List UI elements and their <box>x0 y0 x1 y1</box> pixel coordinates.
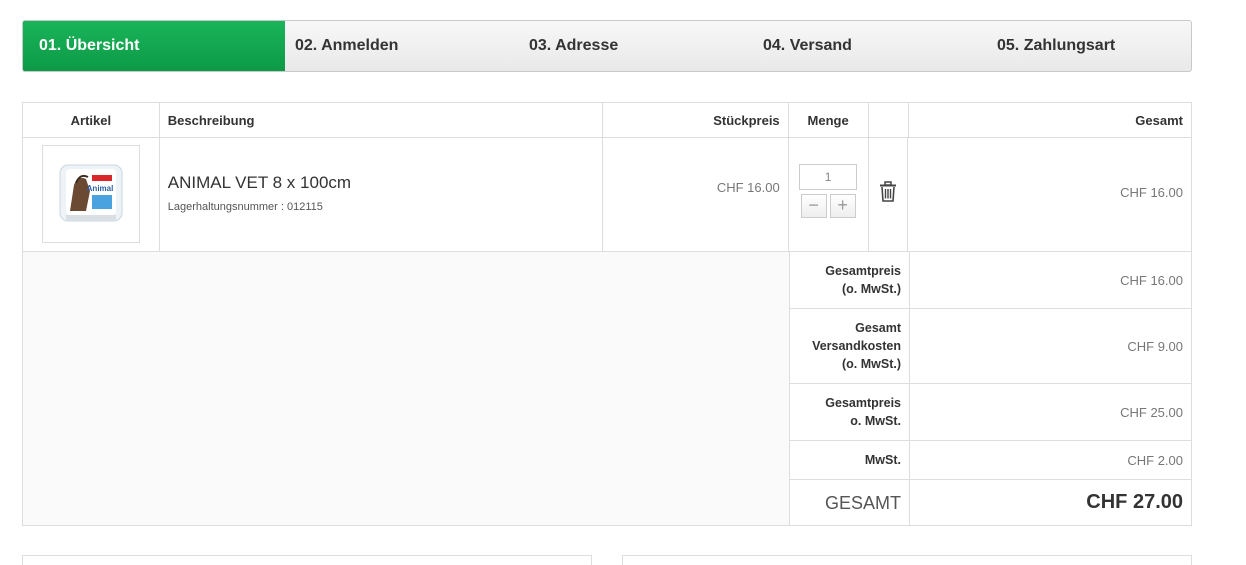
cart-table: Artikel Beschreibung Stückpreis Menge Ge… <box>22 102 1192 526</box>
header-description: Beschreibung <box>160 103 603 137</box>
step-label: 02. Anmelden <box>295 37 399 54</box>
unit-price: CHF 16.00 <box>716 180 780 195</box>
grand-total-value: CHF 27.00 <box>1086 491 1183 513</box>
subtotal-label: Gesamtpreis (o. MwSt.) <box>790 252 910 308</box>
header-quantity: Menge <box>789 103 869 137</box>
subtotal-label-line: (o. MwSt.) <box>841 282 901 296</box>
summary-vat-row: MwSt. CHF 2.00 <box>790 441 1191 480</box>
header-delete <box>869 103 909 137</box>
summary-subtotal-row: Gesamtpreis (o. MwSt.) CHF 16.00 <box>790 252 1191 309</box>
summary-shipping-row: Gesamt Versandkosten (o. MwSt.) CHF 9.00 <box>790 309 1191 384</box>
header-total: Gesamt <box>1135 112 1183 128</box>
header-article: Artikel <box>23 103 160 137</box>
step-label: 04. Versand <box>763 37 852 54</box>
step-address[interactable]: 03. Adresse <box>513 21 747 71</box>
net-value: CHF 25.00 <box>1120 404 1183 420</box>
summary-net-row: Gesamtpreis o. MwSt. CHF 25.00 <box>790 384 1191 441</box>
step-overview[interactable]: 01. Übersicht <box>23 21 285 71</box>
decrease-quantity-button[interactable]: − <box>800 194 827 218</box>
product-name[interactable]: ANIMAL VET 8 x 100cm <box>168 173 602 193</box>
quantity-stepper: − + <box>789 194 868 218</box>
minus-icon: − <box>808 195 819 215</box>
header-unit-price: Stückpreis <box>603 103 789 137</box>
table-header: Artikel Beschreibung Stückpreis Menge Ge… <box>23 103 1191 138</box>
step-label: 03. Adresse <box>529 37 619 54</box>
table-row: Animal ANIMAL VET 8 x 100cm Lagerhaltung… <box>23 138 1191 252</box>
checkout-steps: 01. Übersicht 02. Anmelden 03. Adresse 0… <box>22 20 1192 72</box>
summary-total-row: GESAMT CHF 27.00 <box>790 480 1191 525</box>
vat-label: MwSt. <box>790 441 910 479</box>
step-label: 05. Zahlungsart <box>997 37 1116 54</box>
product-image[interactable]: Animal <box>41 145 140 243</box>
description-cell: ANIMAL VET 8 x 100cm Lagerhaltungsnummer… <box>160 138 603 251</box>
bottom-panel-left <box>22 555 592 565</box>
net-label-line: o. MwSt. <box>850 414 901 428</box>
shipping-value: CHF 9.00 <box>1127 338 1183 354</box>
step-label: 01. Übersicht <box>39 37 140 54</box>
delete-cell <box>869 138 909 251</box>
bottom-panel-right <box>622 555 1192 565</box>
order-summary: Gesamtpreis (o. MwSt.) CHF 16.00 Gesamt … <box>23 252 1191 525</box>
net-label-line: Gesamtpreis <box>825 396 901 410</box>
step-shipping[interactable]: 04. Versand <box>747 21 981 71</box>
step-payment[interactable]: 05. Zahlungsart <box>981 21 1191 71</box>
subtotal-value: CHF 16.00 <box>1120 272 1183 288</box>
product-sku: Lagerhaltungsnummer : 012115 <box>167 201 323 213</box>
vat-value: CHF 2.00 <box>1127 452 1183 468</box>
increase-quantity-button[interactable]: + <box>829 194 856 218</box>
trash-icon[interactable] <box>879 181 897 203</box>
shipping-label: Gesamt Versandkosten (o. MwSt.) <box>790 309 910 383</box>
article-cell: Animal <box>23 138 160 251</box>
line-total-cell: CHF 16.00 <box>908 138 1191 251</box>
shipping-label-line: (o. MwSt.) <box>841 357 901 371</box>
product-package-image: Animal <box>59 164 123 222</box>
shipping-label-line: Versandkosten <box>812 339 901 353</box>
step-login[interactable]: 02. Anmelden <box>279 21 513 71</box>
svg-text:Animal: Animal <box>87 184 114 193</box>
net-label: Gesamtpreis o. MwSt. <box>790 384 910 440</box>
summary-rows: Gesamtpreis (o. MwSt.) CHF 16.00 Gesamt … <box>790 252 1191 525</box>
grand-total-label: GESAMT <box>790 480 910 525</box>
summary-spacer <box>23 252 790 525</box>
quantity-cell: 1 − + <box>789 138 869 251</box>
plus-icon: + <box>837 195 848 215</box>
unit-price-cell: CHF 16.00 <box>603 138 789 251</box>
line-total: CHF 16.00 <box>1120 185 1183 200</box>
shipping-label-line: Gesamt <box>855 321 901 335</box>
quantity-input[interactable]: 1 <box>799 164 858 190</box>
subtotal-label-line: Gesamtpreis <box>825 264 901 278</box>
